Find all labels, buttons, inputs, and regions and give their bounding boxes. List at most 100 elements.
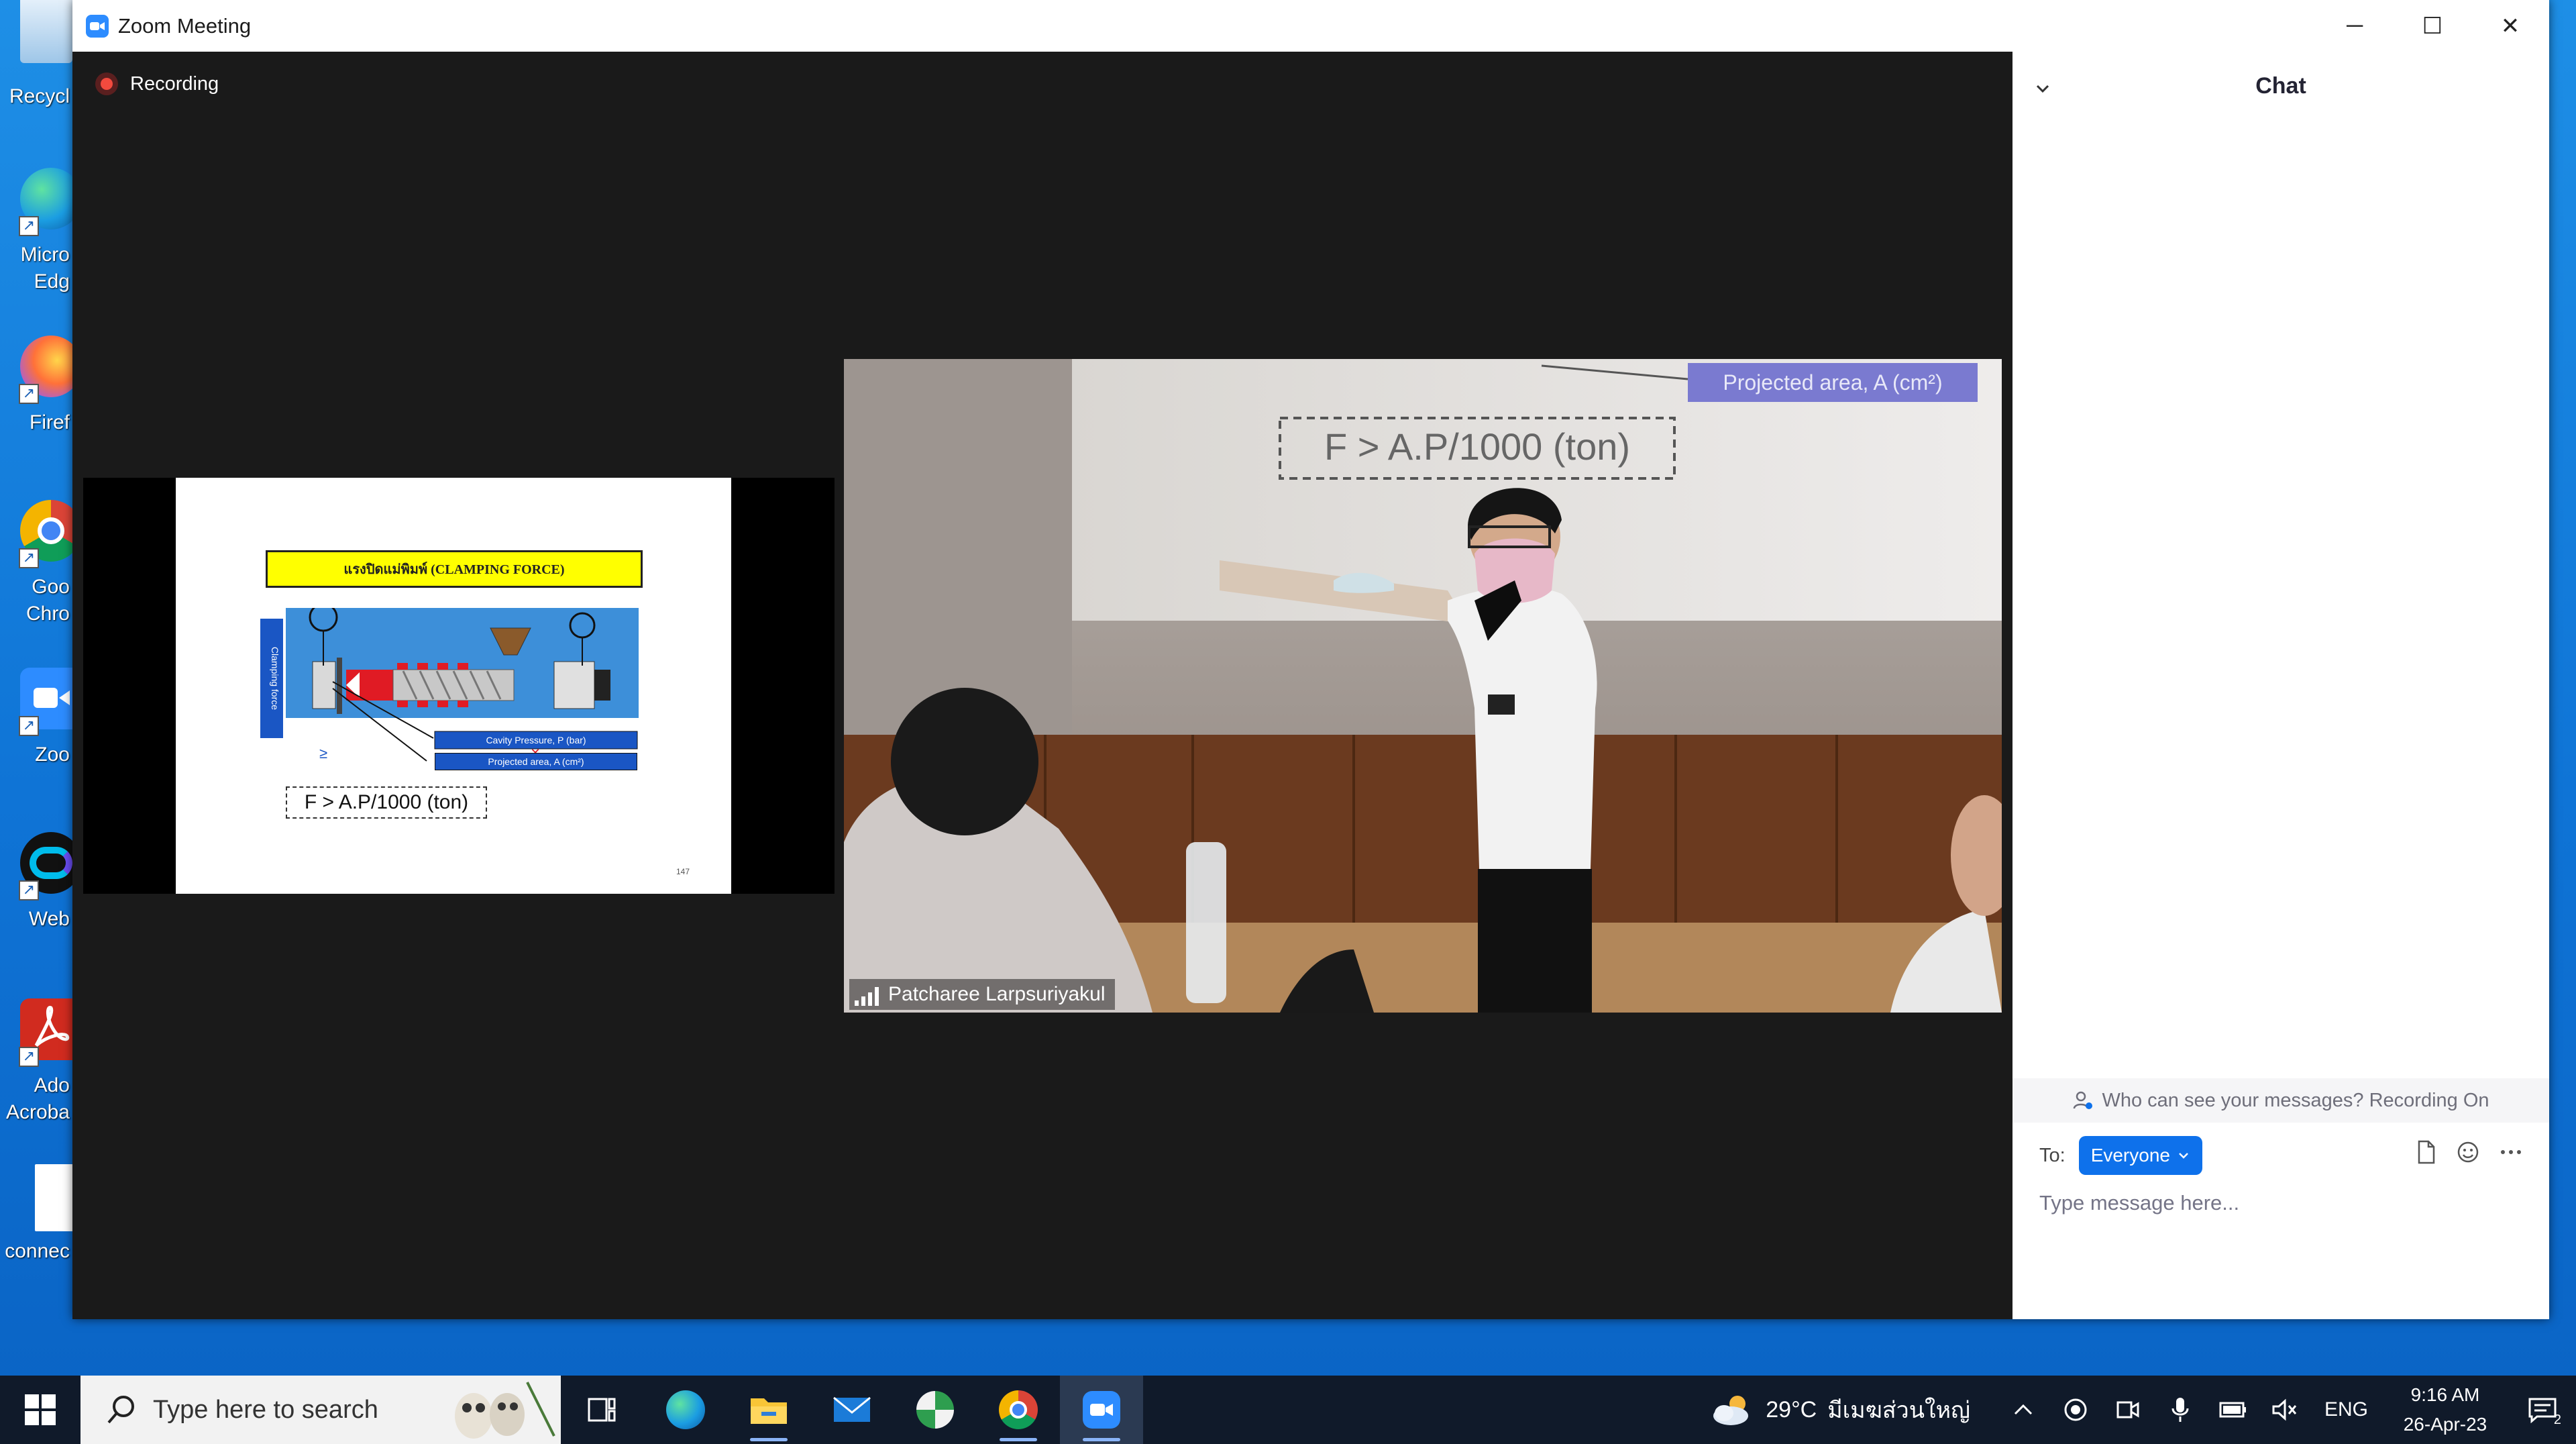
participant-name-tag: Patcharee Larpsuriyakul <box>849 979 1115 1010</box>
recording-dot-icon <box>95 72 118 95</box>
to-label: To: <box>2039 1144 2065 1166</box>
microphone-icon[interactable] <box>2154 1376 2206 1444</box>
desktop-icon-acrobat[interactable]: ↗ Ado Acroba <box>0 992 82 1139</box>
taskbar-search[interactable] <box>80 1376 561 1444</box>
system-tray: 29°C มีเมฆส่วนใหญ่ ENG 9:16 AM 26-Apr-23… <box>1711 1376 2576 1444</box>
speaker-muted-icon[interactable] <box>2259 1376 2311 1444</box>
search-highlight-owls-image <box>455 1382 555 1439</box>
desktop-icon-label: Zoo <box>35 743 70 766</box>
window-titlebar: Zoom Meeting ─ ☐ ✕ <box>72 0 2549 52</box>
zoom-logo-icon <box>86 14 109 38</box>
recipient-dropdown[interactable]: Everyone <box>2078 1136 2202 1175</box>
slide-page-number: 147 <box>676 867 690 876</box>
desktop-icon-chrome[interactable]: ↗ Goo Chro <box>0 493 82 641</box>
notification-icon <box>2528 1398 2557 1423</box>
task-view-icon <box>588 1398 616 1422</box>
taskbar-chrome[interactable] <box>977 1376 1060 1444</box>
recipient-label: Everyone <box>2090 1145 2170 1166</box>
signal-strength-icon <box>855 987 879 1006</box>
window-controls: ─ ☐ ✕ <box>2316 0 2549 52</box>
chat-message-input[interactable] <box>2039 1183 2522 1223</box>
clock-date: 26-Apr-23 <box>2403 1414 2487 1435</box>
chevron-down-icon <box>2179 1153 2188 1159</box>
recording-label: Recording <box>130 72 219 95</box>
close-button[interactable]: ✕ <box>2471 0 2549 52</box>
clamping-force-label: Clamping force <box>270 647 280 710</box>
file-icon[interactable] <box>2415 1140 2436 1164</box>
start-button[interactable] <box>0 1376 80 1444</box>
participant-video[interactable]: Projected area, A (cm²) F > A.P/1000 (to… <box>844 359 2002 1013</box>
emoji-icon[interactable] <box>2457 1141 2479 1164</box>
chat-notice-text: Who can see your messages? Recording On <box>2102 1089 2489 1111</box>
windows-taskbar: 29°C มีเมฆส่วนใหญ่ ENG 9:16 AM 26-Apr-23… <box>0 1376 2576 1444</box>
partly-cloudy-icon <box>1713 1396 1749 1425</box>
camera-projected-area-text: Projected area, A (cm²) <box>1723 370 1942 395</box>
chat-toolbar <box>2415 1140 2522 1164</box>
desktop-icon-edge[interactable]: ↗ Micro Edg <box>0 161 82 309</box>
presentation-slide: แรงปิดแม่พิมพ์ (CLAMPING FORCE) Clamping… <box>176 478 731 894</box>
cavity-pressure-label: Cavity Pressure, P (bar) <box>486 735 586 745</box>
mail-icon <box>833 1396 871 1422</box>
taskbar-mail[interactable] <box>810 1376 894 1444</box>
participant-name: Patcharee Larpsuriyakul <box>888 983 1106 1005</box>
taskbar-edge[interactable] <box>644 1376 727 1444</box>
chrome-icon <box>999 1390 1038 1429</box>
file-icon <box>35 1164 75 1231</box>
camera-formula-text: F > A.P/1000 (ton) <box>1324 425 1630 468</box>
battery-icon[interactable] <box>2206 1376 2259 1444</box>
taskbar-file-explorer[interactable] <box>727 1376 810 1444</box>
weather-widget[interactable]: 29°C มีเมฆส่วนใหญ่ <box>1711 1392 1970 1428</box>
shortcut-arrow-icon: ↗ <box>19 548 39 568</box>
search-icon <box>107 1396 134 1424</box>
meet-camera-icon[interactable] <box>2102 1376 2154 1444</box>
camera-feed-image: Projected area, A (cm²) F > A.P/1000 (to… <box>844 359 2002 1013</box>
desktop-icon-label: Recycl <box>9 85 70 107</box>
input-language[interactable]: ENG <box>2324 1398 2368 1421</box>
desktop-icon-file[interactable]: connec <box>0 1157 75 1305</box>
more-options-icon[interactable] <box>2500 1149 2522 1155</box>
projected-area-label: Projected area, A (cm²) <box>435 753 637 770</box>
windows-logo-icon <box>25 1394 56 1425</box>
taskbar-clock[interactable]: 9:16 AM 26-Apr-23 <box>2381 1380 2509 1439</box>
shortcut-arrow-icon: ↗ <box>19 216 39 236</box>
desktop-icon-label: Firef <box>30 411 70 433</box>
chat-visibility-notice[interactable]: Who can see your messages? Recording On <box>2012 1078 2549 1123</box>
notification-count: 2 <box>2553 1412 2561 1427</box>
desktop-icon-firefox[interactable]: ↗ Firef <box>0 329 82 476</box>
desktop-icon-label: Web <box>28 908 70 930</box>
slide-formula: F > A.P/1000 (ton) <box>286 786 487 819</box>
slide-title: แรงปิดแม่พิมพ์ (CLAMPING FORCE) <box>266 550 643 588</box>
desktop-icon-label: Goo Chro <box>25 576 70 625</box>
desktop-icon-recycle-bin[interactable]: Recycl <box>0 0 74 148</box>
people-icon <box>2074 1091 2093 1109</box>
notifications-button[interactable]: 2 <box>2509 1376 2576 1444</box>
show-hidden-icons-chevron-up-icon[interactable] <box>1997 1376 2049 1444</box>
desktop-icon-label: connec <box>5 1240 70 1262</box>
chat-recipient-row: To: Everyone <box>2039 1136 2202 1175</box>
desktop-icon-zoom[interactable]: ↗ Zoo <box>0 661 82 809</box>
zoom-icon <box>1083 1391 1120 1429</box>
file-explorer-icon <box>751 1398 787 1424</box>
desktop-icon-webex[interactable]: ↗ Web <box>0 825 82 973</box>
shared-screen[interactable]: แรงปิดแม่พิมพ์ (CLAMPING FORCE) Clamping… <box>83 478 835 894</box>
minimize-button[interactable]: ─ <box>2316 0 2394 52</box>
search-input[interactable] <box>153 1395 435 1425</box>
greater-equal-symbol: ≥ <box>319 745 327 762</box>
injection-machine-diagram: Clamping force Cavity Pressure, P (bar) … <box>260 608 639 762</box>
desktop-icon-label: Micro Edg <box>20 244 70 293</box>
window-title: Zoom Meeting <box>118 13 252 38</box>
chat-panel: Chat Who can see your messages? Recordin… <box>2012 52 2549 1319</box>
maximize-button[interactable]: ☐ <box>2394 0 2471 52</box>
task-view-button[interactable] <box>561 1376 644 1444</box>
edge-icon <box>666 1390 705 1429</box>
recording-indicator[interactable]: Recording <box>95 72 219 95</box>
shortcut-arrow-icon: ↗ <box>19 716 39 736</box>
taskbar-maps[interactable] <box>894 1376 977 1444</box>
weather-temperature: 29°C <box>1766 1396 1817 1423</box>
chat-title: Chat <box>2255 73 2306 99</box>
clock-time: 9:16 AM <box>2410 1384 2480 1405</box>
taskbar-zoom[interactable] <box>1060 1376 1143 1444</box>
desktop-icon-label: Ado Acroba <box>5 1074 70 1123</box>
screen-record-icon[interactable] <box>2049 1376 2102 1444</box>
shortcut-arrow-icon: ↗ <box>19 880 39 900</box>
